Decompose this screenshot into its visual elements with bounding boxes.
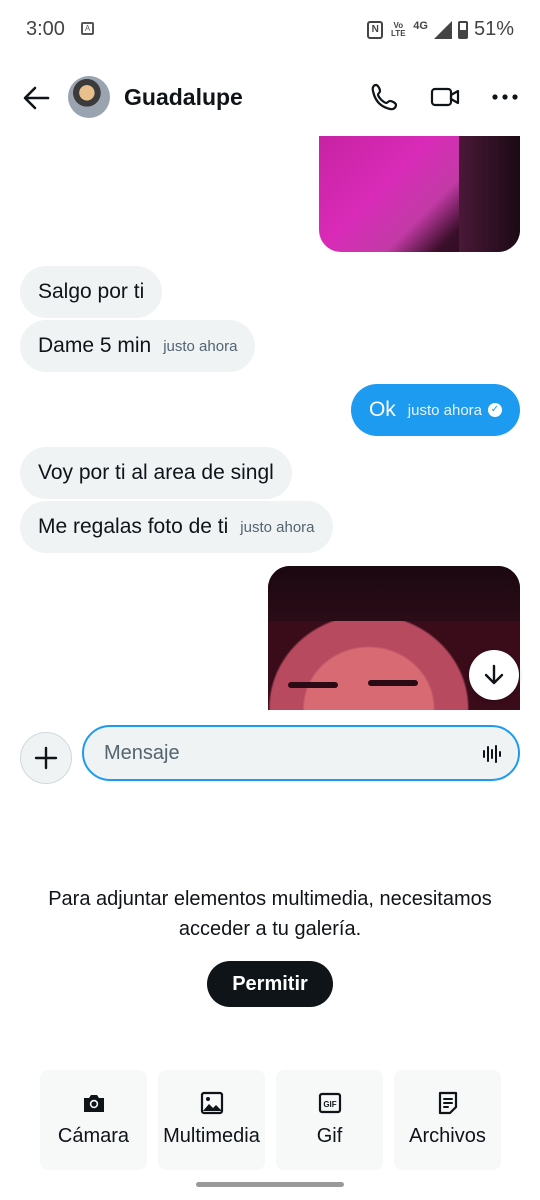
image-detail — [268, 566, 520, 621]
image-detail — [288, 682, 338, 688]
call-button[interactable] — [368, 80, 402, 114]
battery-icon — [457, 20, 468, 39]
gif-button[interactable]: GIF Gif — [276, 1070, 383, 1170]
message-text: Voy por ti al area de singl — [38, 461, 274, 484]
message-composer — [0, 710, 540, 800]
more-options-button[interactable] — [488, 80, 522, 114]
image-icon — [200, 1091, 223, 1115]
message-bubble-incoming[interactable]: Voy por ti al area de singl — [20, 447, 292, 499]
phone-icon — [371, 83, 398, 111]
gif-icon: GIF — [318, 1092, 341, 1114]
file-icon — [438, 1091, 457, 1115]
status-indicators: N Vo LTE 4G 51% — [367, 18, 514, 41]
gif-label: Gif — [316, 1125, 343, 1147]
volte-icon: Vo LTE — [391, 20, 406, 38]
files-label: Archivos — [409, 1125, 486, 1147]
gesture-navigation-bar[interactable] — [196, 1182, 344, 1187]
voice-message-button[interactable] — [480, 742, 504, 766]
read-check-icon: ✓ — [488, 403, 502, 417]
message-text: Dame 5 min — [38, 334, 152, 357]
message-bubble-incoming[interactable]: Me regalas foto de ti justo ahora — [20, 501, 333, 553]
sent-image[interactable] — [319, 136, 520, 252]
message-text: Me regalas foto de ti — [38, 515, 229, 538]
message-bubble-outgoing[interactable]: Ok justo ahora ✓ — [350, 384, 520, 436]
message-text: Salgo por ti — [38, 280, 145, 303]
nfc-icon: N — [367, 20, 384, 39]
plus-icon — [34, 746, 58, 770]
audio-wave-icon — [483, 745, 501, 763]
add-attachment-button[interactable] — [20, 732, 72, 784]
arrow-down-icon — [484, 664, 504, 685]
gallery-permission-message: Para adjuntar elementos multimedia, nece… — [48, 888, 492, 940]
camera-label: Cámara — [57, 1125, 130, 1147]
video-call-button[interactable] — [428, 80, 462, 114]
message-timestamp: justo ahora — [163, 337, 238, 355]
message-input[interactable] — [82, 725, 520, 781]
contact-name[interactable]: Guadalupe — [124, 84, 243, 111]
scroll-to-bottom-button[interactable] — [469, 650, 519, 700]
image-detail — [368, 680, 418, 686]
status-time: 3:00 — [26, 18, 65, 40]
back-button[interactable] — [18, 80, 54, 116]
allow-button[interactable]: Permitir — [207, 961, 333, 1007]
more-horizontal-icon — [492, 94, 518, 100]
message-bubble-incoming[interactable]: Salgo por ti — [20, 266, 163, 318]
attachment-options: Cámara Multimedia GIF Gif Archivos — [40, 1070, 501, 1170]
image-detail — [459, 136, 520, 252]
arrow-left-icon — [23, 86, 50, 110]
media-button[interactable]: Multimedia — [158, 1070, 265, 1170]
signal-icon — [433, 20, 452, 39]
notification-icon: A — [81, 22, 94, 35]
video-camera-icon — [430, 87, 460, 107]
camera-icon — [83, 1095, 104, 1112]
message-thread[interactable]: Salgo por ti Dame 5 min justo ahora Ok j… — [0, 136, 540, 710]
network-type: 4G — [413, 19, 428, 32]
battery-level: 51% — [473, 18, 514, 40]
message-text: Ok — [368, 398, 396, 421]
message-timestamp: justo ahora — [240, 518, 315, 536]
conversation-header: Guadalupe — [0, 60, 540, 136]
files-button[interactable]: Archivos — [394, 1070, 501, 1170]
message-timestamp: justo ahora — [407, 401, 482, 419]
svg-text:GIF: GIF — [323, 1100, 336, 1109]
media-label: Multimedia — [163, 1125, 260, 1147]
avatar[interactable] — [68, 76, 110, 118]
status-bar: 3:00 A N Vo LTE 4G 51% — [0, 0, 540, 60]
camera-button[interactable]: Cámara — [40, 1070, 147, 1170]
message-bubble-incoming[interactable]: Dame 5 min justo ahora — [20, 320, 256, 372]
